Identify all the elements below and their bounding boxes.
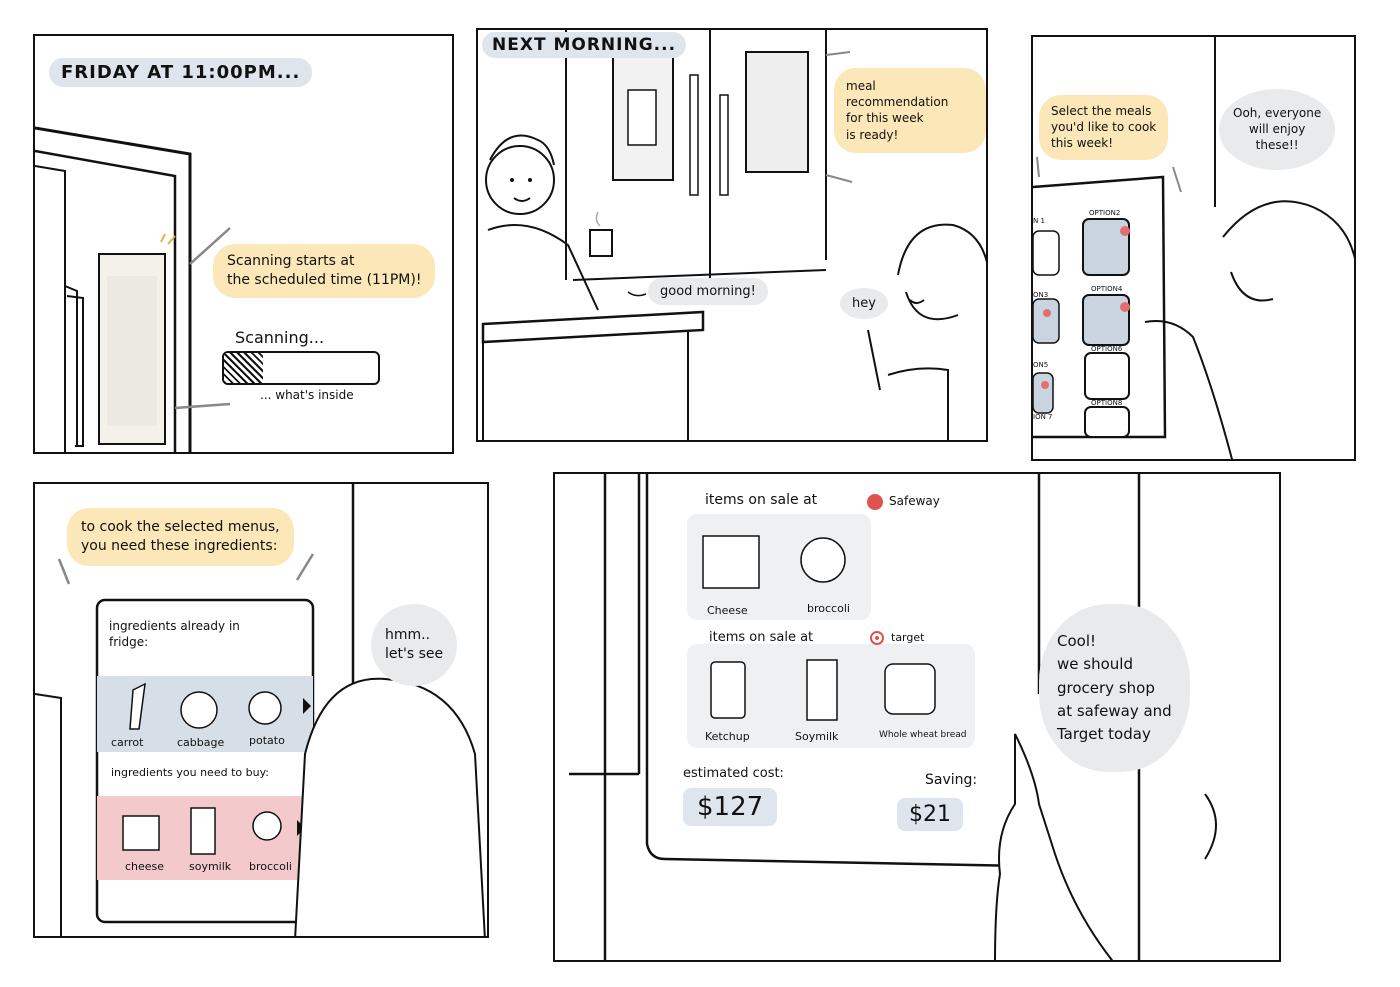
sale-item-label: Cheese: [707, 604, 748, 617]
safeway-title-text: items on sale at: [705, 492, 818, 508]
panel-next-morning: NEXT MORNING... meal recommendation for …: [476, 28, 988, 442]
sale-item-label: broccoli: [807, 602, 850, 615]
safeway-title: items on sale at: [705, 492, 817, 508]
sale-item-label: Whole wheat bread: [879, 730, 967, 740]
already-title: ingredients already in fridge:: [109, 619, 240, 650]
ingredient-label: soymilk: [189, 860, 232, 873]
panel-shopping: items on sale at Safeway Cheese broccoli…: [553, 472, 1281, 962]
panel-ingredients: to cook the selected menus, you need the…: [33, 482, 489, 938]
woman-speech: hmm.. let's see: [371, 604, 458, 686]
man-speech: good morning!: [648, 278, 768, 305]
ingredient-label: carrot: [111, 736, 144, 749]
fridge-speech-bubble: meal recommendation for this week is rea…: [834, 68, 986, 153]
cost-value: $127: [683, 788, 778, 826]
option-label: OPTION6: [1091, 345, 1123, 353]
scan-progress-bar: [222, 351, 380, 385]
panel-friday-scan: FRIDAY AT 11:00PM... Scanning starts at …: [33, 34, 454, 454]
woman-speech: Cool! we should grocery shop at safeway …: [1039, 604, 1190, 773]
saving-label: Saving:: [925, 772, 978, 788]
scan-progress-fill: [224, 353, 263, 383]
sale-item-label: Ketchup: [705, 730, 750, 743]
option-label: OPTION4: [1091, 285, 1123, 293]
cost-label: estimated cost:: [683, 766, 784, 781]
safeway-store: Safeway: [889, 494, 940, 508]
option-label: ON3: [1033, 291, 1049, 299]
woman-speech: Ooh, everyone will enjoy these!!: [1219, 89, 1336, 170]
option-label: ION 7: [1033, 413, 1053, 421]
option-label: ON5: [1033, 361, 1049, 369]
fridge-speech-bubble: Select the meals you'd like to cook this…: [1039, 95, 1169, 160]
option-label: OPTION2: [1089, 209, 1121, 217]
ingredient-label: cheese: [125, 860, 165, 873]
option-label: OPTION8: [1091, 399, 1123, 407]
saving-value: $21: [897, 798, 963, 831]
ingredient-label: cabbage: [177, 736, 225, 749]
buy-title: ingredients you need to buy:: [111, 766, 269, 779]
ingredient-label: potato: [249, 734, 285, 747]
panel-select-meals: Select the meals you'd like to cook this…: [1031, 35, 1356, 461]
time-caption: FRIDAY AT 11:00PM...: [49, 58, 313, 87]
target-title: items on sale at: [709, 630, 814, 645]
woman-speech: hey: [840, 288, 888, 319]
fridge-speech-bubble: to cook the selected menus, you need the…: [67, 508, 294, 566]
progress-note: ... what's inside: [260, 388, 354, 402]
scanning-label: Scanning...: [235, 328, 325, 347]
ingredient-label: broccoli: [249, 860, 292, 873]
sale-item-label: Soymilk: [795, 730, 839, 743]
option-label: N 1: [1033, 217, 1045, 225]
target-store: target: [891, 631, 925, 644]
time-caption: NEXT MORNING...: [482, 32, 687, 58]
fridge-speech-bubble: Scanning starts at the scheduled time (1…: [213, 244, 436, 298]
